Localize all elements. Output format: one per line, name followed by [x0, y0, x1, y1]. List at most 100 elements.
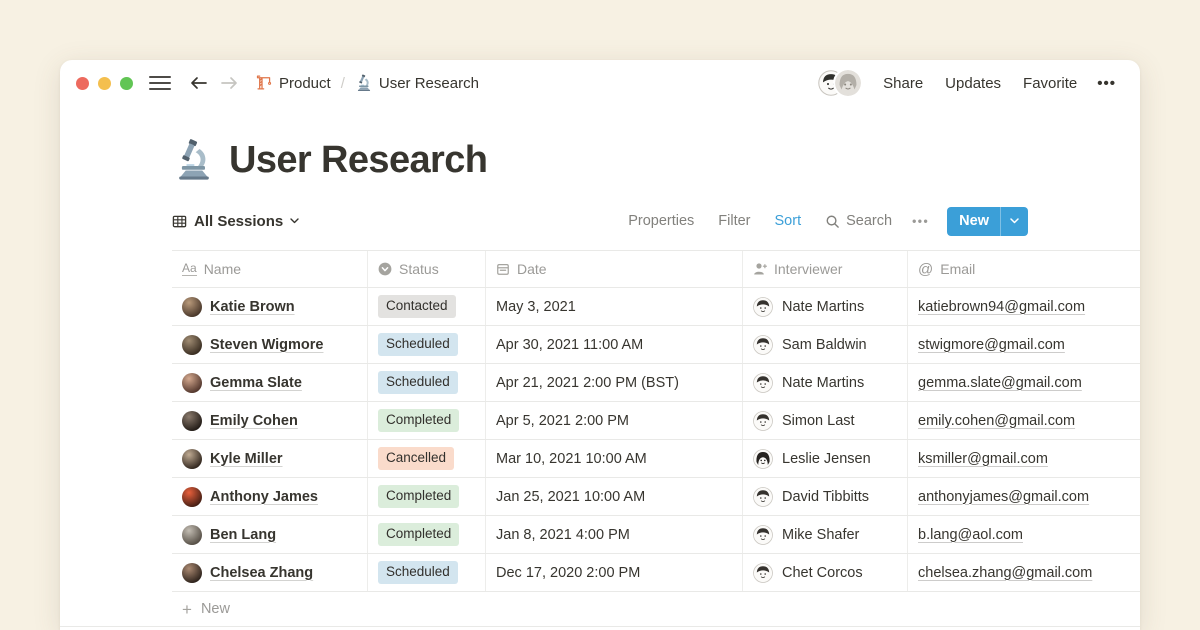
- interviewer-avatar: [753, 563, 773, 583]
- column-header-date[interactable]: Date: [486, 251, 743, 287]
- status-badge: Scheduled: [378, 561, 458, 583]
- name-cell[interactable]: Steven Wigmore: [172, 326, 368, 363]
- name-cell[interactable]: Gemma Slate: [172, 364, 368, 401]
- email-value: katiebrown94@gmail.com: [918, 299, 1085, 315]
- email-value: b.lang@aol.com: [918, 527, 1023, 543]
- chevron-down-icon: [1010, 218, 1019, 224]
- email-value: chelsea.zhang@gmail.com: [918, 565, 1092, 581]
- table-header-row: Aa Name Status Date: [172, 250, 1140, 288]
- view-switcher[interactable]: All Sessions: [172, 213, 299, 230]
- person-name: Chelsea Zhang: [210, 565, 313, 581]
- interviewer-cell[interactable]: Simon Last: [743, 402, 908, 439]
- view-toolbar: All Sessions Properties Filter Sort Sear…: [172, 206, 1028, 236]
- select-property-icon: [378, 262, 392, 276]
- breadcrumb-item-user-research[interactable]: User Research: [355, 74, 479, 92]
- interviewer-cell[interactable]: Nate Martins: [743, 288, 908, 325]
- zoom-window-button[interactable]: [120, 77, 133, 90]
- interviewer-cell[interactable]: Chet Corcos: [743, 554, 908, 591]
- status-cell[interactable]: Scheduled: [368, 554, 486, 591]
- collaborator-avatar[interactable]: [835, 70, 861, 96]
- date-cell[interactable]: May 3, 2021: [486, 288, 743, 325]
- column-header-name[interactable]: Aa Name: [172, 251, 368, 287]
- new-button-chevron[interactable]: [1001, 218, 1028, 224]
- email-cell[interactable]: katiebrown94@gmail.com: [908, 288, 1140, 325]
- column-header-interviewer[interactable]: Interviewer: [743, 251, 908, 287]
- date-cell[interactable]: Jan 8, 2021 4:00 PM: [486, 516, 743, 553]
- email-cell[interactable]: emily.cohen@gmail.com: [908, 402, 1140, 439]
- email-value: gemma.slate@gmail.com: [918, 375, 1082, 391]
- date-cell[interactable]: Apr 5, 2021 2:00 PM: [486, 402, 743, 439]
- status-cell[interactable]: Completed: [368, 402, 486, 439]
- filter-button[interactable]: Filter: [718, 213, 750, 229]
- interviewer-cell[interactable]: Leslie Jensen: [743, 440, 908, 477]
- email-cell[interactable]: ksmiller@gmail.com: [908, 440, 1140, 477]
- column-label: Email: [940, 261, 975, 277]
- sidebar-menu-icon[interactable]: [149, 76, 171, 90]
- email-cell[interactable]: anthonyjames@gmail.com: [908, 478, 1140, 515]
- app-window: Product / User Research: [60, 60, 1140, 630]
- email-value: anthonyjames@gmail.com: [918, 489, 1089, 505]
- breadcrumb-separator: /: [341, 75, 345, 92]
- interviewer-cell[interactable]: Nate Martins: [743, 364, 908, 401]
- name-cell[interactable]: Katie Brown: [172, 288, 368, 325]
- name-cell[interactable]: Kyle Miller: [172, 440, 368, 477]
- interviewer-cell[interactable]: Sam Baldwin: [743, 326, 908, 363]
- name-cell[interactable]: Chelsea Zhang: [172, 554, 368, 591]
- status-cell[interactable]: Contacted: [368, 288, 486, 325]
- more-options-icon[interactable]: •••: [1097, 75, 1116, 92]
- date-value: Apr 21, 2021 2:00 PM (BST): [496, 375, 679, 391]
- properties-button[interactable]: Properties: [628, 213, 694, 229]
- updates-button[interactable]: Updates: [945, 75, 1001, 92]
- share-button[interactable]: Share: [883, 75, 923, 92]
- microscope-icon: [355, 74, 373, 92]
- new-button[interactable]: New: [947, 207, 1028, 236]
- email-cell[interactable]: chelsea.zhang@gmail.com: [908, 554, 1140, 591]
- date-cell[interactable]: Apr 30, 2021 11:00 AM: [486, 326, 743, 363]
- minimize-window-button[interactable]: [98, 77, 111, 90]
- status-cell[interactable]: Completed: [368, 516, 486, 553]
- new-row-button[interactable]: + New: [172, 592, 1140, 626]
- column-label: Interviewer: [774, 261, 842, 277]
- status-cell[interactable]: Scheduled: [368, 326, 486, 363]
- interviewer-cell[interactable]: David Tibbitts: [743, 478, 908, 515]
- interviewer-cell[interactable]: Mike Shafer: [743, 516, 908, 553]
- status-cell[interactable]: Completed: [368, 478, 486, 515]
- interviewer-name: Sam Baldwin: [782, 337, 867, 353]
- status-badge: Completed: [378, 523, 459, 545]
- email-cell[interactable]: stwigmore@gmail.com: [908, 326, 1140, 363]
- sort-button[interactable]: Sort: [775, 213, 802, 229]
- status-cell[interactable]: Cancelled: [368, 440, 486, 477]
- microscope-icon[interactable]: [172, 138, 216, 182]
- date-cell[interactable]: Apr 21, 2021 2:00 PM (BST): [486, 364, 743, 401]
- forward-arrow-icon[interactable]: [220, 75, 239, 91]
- close-window-button[interactable]: [76, 77, 89, 90]
- date-value: Dec 17, 2020 2:00 PM: [496, 565, 640, 581]
- avatar: [182, 335, 202, 355]
- date-cell[interactable]: Dec 17, 2020 2:00 PM: [486, 554, 743, 591]
- person-name: Katie Brown: [210, 299, 295, 315]
- favorite-button[interactable]: Favorite: [1023, 75, 1077, 92]
- person-name: Anthony James: [210, 489, 318, 505]
- date-cell[interactable]: Jan 25, 2021 10:00 AM: [486, 478, 743, 515]
- column-label: Name: [204, 261, 241, 277]
- column-label: Status: [399, 261, 439, 277]
- search-button[interactable]: Search: [825, 213, 892, 229]
- back-arrow-icon[interactable]: [189, 75, 208, 91]
- email-cell[interactable]: gemma.slate@gmail.com: [908, 364, 1140, 401]
- name-cell[interactable]: Anthony James: [172, 478, 368, 515]
- date-cell[interactable]: Mar 10, 2021 10:00 AM: [486, 440, 743, 477]
- status-badge: Completed: [378, 409, 459, 431]
- column-header-email[interactable]: @ Email: [908, 251, 1140, 287]
- name-cell[interactable]: Emily Cohen: [172, 402, 368, 439]
- email-cell[interactable]: b.lang@aol.com: [908, 516, 1140, 553]
- column-header-status[interactable]: Status: [368, 251, 486, 287]
- status-cell[interactable]: Scheduled: [368, 364, 486, 401]
- interviewer-name: David Tibbitts: [782, 489, 869, 505]
- database-table: Aa Name Status Date: [172, 250, 1140, 627]
- page-title[interactable]: User Research: [229, 139, 487, 182]
- view-more-options-icon[interactable]: •••: [912, 214, 929, 228]
- name-cell[interactable]: Ben Lang: [172, 516, 368, 553]
- traffic-lights: [76, 77, 133, 90]
- interviewer-avatar: [753, 487, 773, 507]
- breadcrumb-item-product[interactable]: Product: [255, 74, 331, 92]
